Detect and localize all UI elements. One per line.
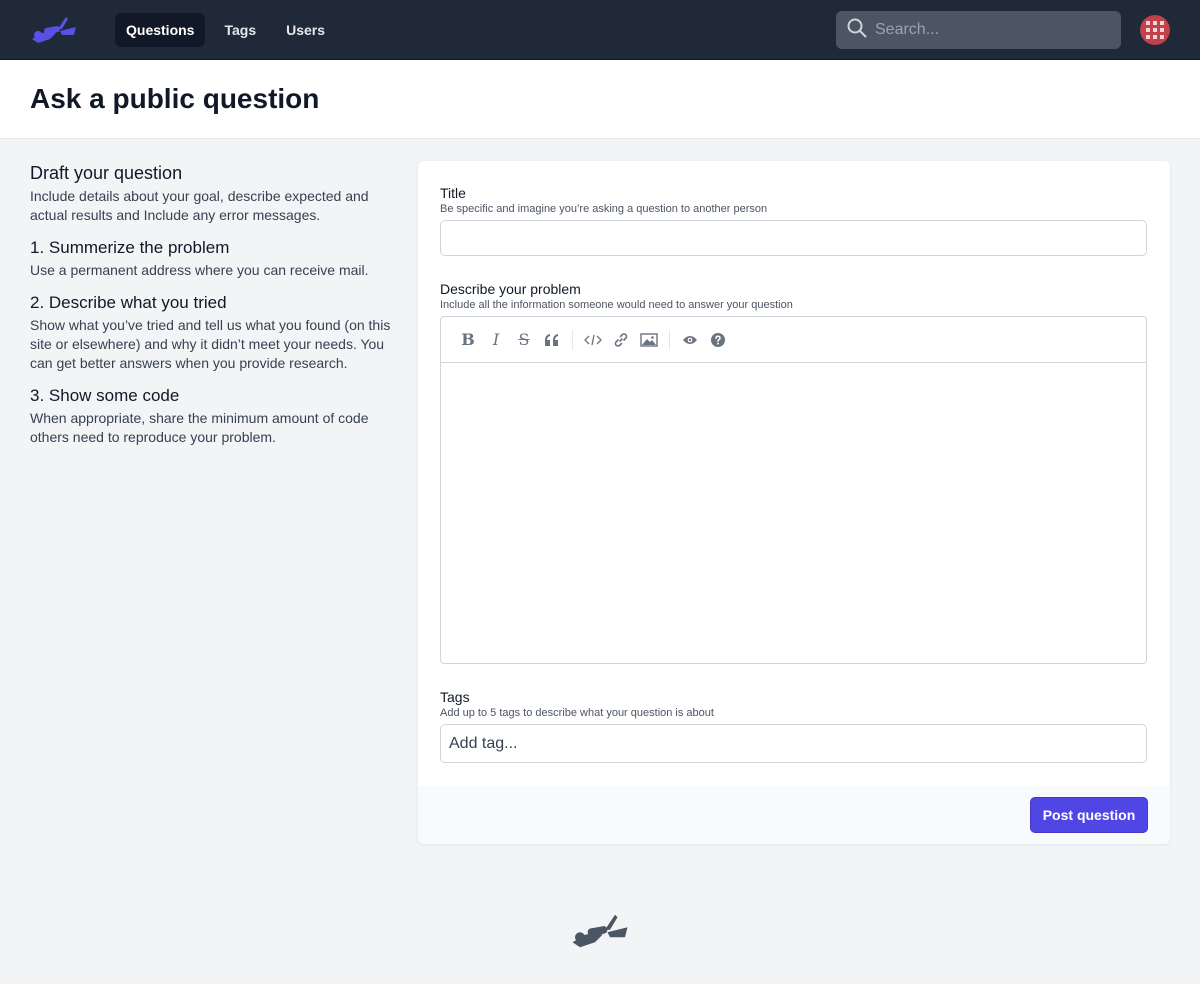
help-icon[interactable] <box>704 326 732 354</box>
strikethrough-icon[interactable]: S <box>510 326 538 354</box>
guidance-text: Include details about your goal, describ… <box>30 188 369 223</box>
nav-link-tags[interactable]: Tags <box>213 13 267 47</box>
editor-toolbar: B I S <box>441 317 1146 363</box>
tags-field: Tags Add up to 5 tags to describe what y… <box>440 689 1147 763</box>
guidance-section: 2. Describe what you tried Show what you… <box>30 292 400 373</box>
tags-label: Tags <box>440 689 470 705</box>
guidance-heading: 3. Show some code <box>30 386 180 405</box>
image-icon[interactable] <box>635 326 663 354</box>
guidance-section: 3. Show some code When appropriate, shar… <box>30 385 400 447</box>
guidance-text: Use a permanent address where you can re… <box>30 262 369 278</box>
guidance-heading: 2. Describe what you tried <box>30 293 227 312</box>
link-icon[interactable] <box>607 326 635 354</box>
scuba-diver-logo-icon[interactable] <box>30 14 78 46</box>
title-hint: Be specific and imagine you’re asking a … <box>440 203 768 215</box>
bold-icon[interactable]: B <box>454 326 482 354</box>
page-title: Ask a public question <box>30 83 320 114</box>
body-hint: Include all the information someone woul… <box>440 299 793 311</box>
guidance-section: 1. Summerize the problem Use a permanent… <box>30 237 400 280</box>
search-icon <box>847 18 867 43</box>
user-avatar[interactable] <box>1140 15 1170 45</box>
nav-link-questions[interactable]: Questions <box>115 12 206 47</box>
body-label: Describe your problem <box>440 281 581 297</box>
quote-icon[interactable] <box>538 326 566 354</box>
guidance-section: Draft your question Include details abou… <box>30 161 400 225</box>
question-guidance-sidebar: Draft your question Include details abou… <box>30 161 400 459</box>
toolbar-divider <box>572 329 573 350</box>
form-footer: Post question <box>418 786 1170 844</box>
body-field: Describe your problem Include all the in… <box>440 281 1147 664</box>
tag-input[interactable] <box>449 734 1129 753</box>
italic-icon[interactable]: I <box>482 326 510 354</box>
markdown-editor: B I S <box>440 316 1147 664</box>
footer-scuba-diver-logo-icon <box>570 912 630 950</box>
post-question-button[interactable]: Post question <box>1030 797 1148 833</box>
tags-hint: Add up to 5 tags to describe what your q… <box>440 707 714 719</box>
nav-link-users[interactable]: Users <box>275 13 336 47</box>
title-label: Title <box>440 185 466 201</box>
tag-input-box <box>440 724 1147 763</box>
top-navbar: Questions Tags Users <box>0 0 1200 60</box>
page-header: Ask a public question <box>0 60 1200 139</box>
nav-links: Questions Tags Users <box>115 12 336 47</box>
preview-eye-icon[interactable] <box>676 326 704 354</box>
code-icon[interactable] <box>579 326 607 354</box>
title-field: Title Be specific and imagine you’re ask… <box>440 185 1147 256</box>
editor-textarea[interactable] <box>441 363 1146 663</box>
toolbar-divider <box>669 329 670 350</box>
ask-question-form: Title Be specific and imagine you’re ask… <box>418 161 1170 844</box>
guidance-heading: 1. Summerize the problem <box>30 238 230 257</box>
title-input[interactable] <box>440 220 1147 256</box>
search-box <box>836 11 1121 49</box>
guidance-text: When appropriate, share the minimum amou… <box>30 410 369 445</box>
guidance-heading: Draft your question <box>30 163 183 183</box>
guidance-text: Show what you’ve tried and tell us what … <box>30 317 391 371</box>
search-input[interactable] <box>875 21 1105 39</box>
